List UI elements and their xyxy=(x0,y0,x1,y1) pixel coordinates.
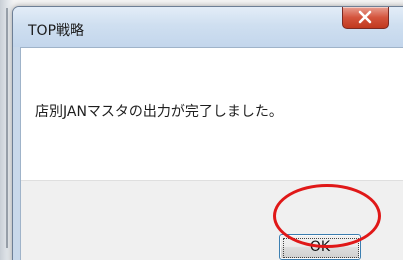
message-dialog: TOP戦略 店別JANマスタの出力が完了しました。 OK xyxy=(12,6,403,260)
dialog-body: 店別JANマスタの出力が完了しました。 OK xyxy=(20,47,403,260)
ok-button[interactable]: OK xyxy=(279,234,361,260)
dialog-title: TOP戦略 xyxy=(28,23,85,39)
button-area: OK xyxy=(21,180,403,260)
close-button[interactable] xyxy=(342,7,389,29)
screen: TOP戦略 店別JANマスタの出力が完了しました。 OK xyxy=(0,0,403,260)
background-window-border xyxy=(6,8,8,248)
title-bar[interactable]: TOP戦略 xyxy=(13,7,403,47)
close-x-icon xyxy=(358,10,372,24)
dialog-message: 店別JANマスタの出力が完了しました。 xyxy=(35,104,283,120)
